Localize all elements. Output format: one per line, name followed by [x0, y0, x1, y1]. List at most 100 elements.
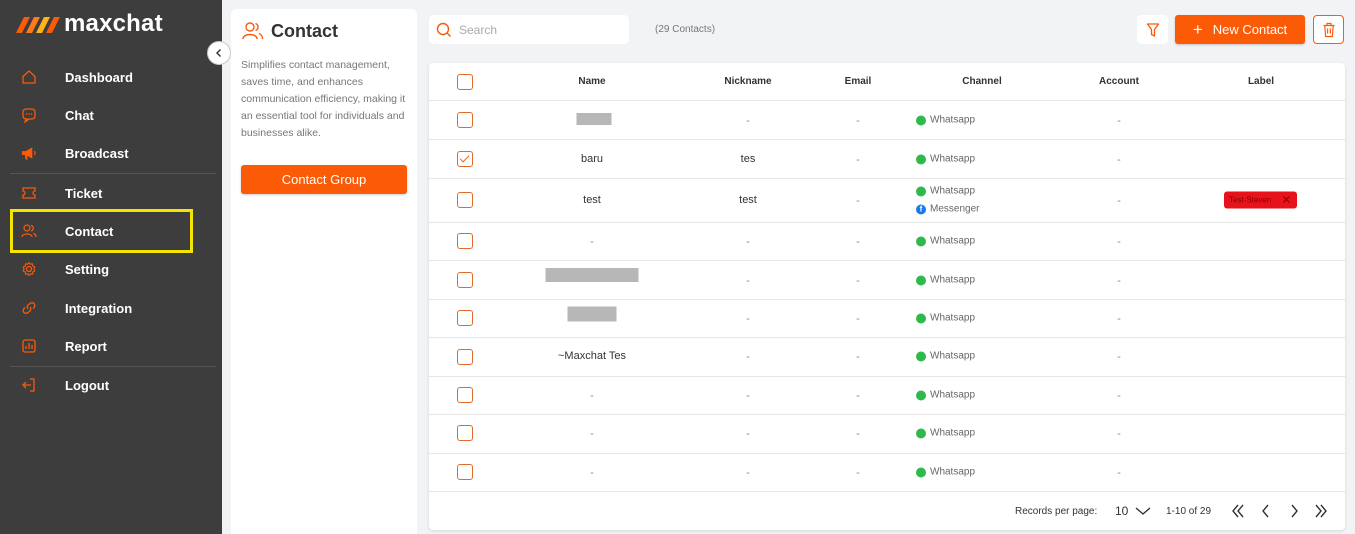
- sidebar: maxchat Dashboard Chat Broadcast Ticket …: [0, 0, 222, 534]
- email-cell: -: [856, 313, 860, 325]
- nickname-cell: tes: [740, 153, 756, 165]
- sidebar-item-label: Logout: [65, 377, 110, 393]
- contact-group-button[interactable]: Contact Group: [241, 165, 407, 194]
- whatsapp-icon: [916, 390, 926, 400]
- nickname-cell: -: [746, 275, 750, 287]
- records-per-page-label: Records per page:: [1015, 506, 1098, 517]
- records-per-page-select[interactable]: 10: [1115, 504, 1151, 518]
- name-cell: baru: [580, 153, 604, 165]
- sidebar-item-dashboard[interactable]: Dashboard: [0, 58, 222, 96]
- table-row[interactable]: - - - Whatsapp -: [429, 377, 1345, 415]
- filter-icon: [1146, 22, 1159, 37]
- users-icon: [242, 21, 264, 46]
- row-checkbox[interactable]: [457, 464, 473, 480]
- column-header-nickname[interactable]: Nickname: [724, 76, 771, 87]
- table-row[interactable]: - - Whatsapp -: [429, 261, 1345, 300]
- sidebar-item-label: Report: [65, 338, 107, 354]
- nickname-cell: -: [746, 115, 750, 127]
- sidebar-item-integration[interactable]: Integration: [0, 289, 222, 327]
- row-checkbox[interactable]: [457, 425, 473, 441]
- sidebar-item-logout[interactable]: Logout: [0, 366, 222, 404]
- email-cell: -: [856, 195, 860, 207]
- sidebar-item-label: Setting: [65, 261, 110, 277]
- chat-bubble-icon: [20, 107, 37, 124]
- collapse-sidebar-button[interactable]: [207, 41, 231, 65]
- table-row[interactable]: test test - Whatsapp f Messenger - Test-S…: [429, 179, 1345, 223]
- channel-cell: Whatsapp: [916, 390, 975, 401]
- name-cell: test: [583, 194, 601, 206]
- column-header-email[interactable]: Email: [845, 76, 872, 87]
- channel-cell: Whatsapp: [916, 428, 975, 439]
- whatsapp-icon: [916, 115, 926, 125]
- delete-button[interactable]: [1313, 15, 1344, 44]
- report-icon: [20, 338, 37, 355]
- select-all-checkbox[interactable]: [457, 74, 473, 90]
- email-cell: -: [856, 390, 860, 402]
- search-input[interactable]: [459, 22, 619, 37]
- table-row[interactable]: - - - Whatsapp -: [429, 454, 1345, 492]
- sidebar-item-report[interactable]: Report: [0, 327, 222, 365]
- account-cell: -: [1117, 313, 1121, 325]
- logout-icon: [20, 377, 37, 394]
- row-checkbox[interactable]: [457, 151, 473, 167]
- row-checkbox[interactable]: [457, 310, 473, 326]
- column-header-channel[interactable]: Channel: [962, 76, 1001, 87]
- sidebar-item-ticket[interactable]: Ticket: [0, 174, 222, 212]
- row-checkbox[interactable]: [457, 233, 473, 249]
- whatsapp-icon: [916, 275, 926, 285]
- row-checkbox[interactable]: [457, 112, 473, 128]
- contact-info-panel: Contact Simplifies contact management, s…: [231, 9, 417, 534]
- nickname-cell: -: [746, 236, 750, 248]
- email-cell: -: [856, 428, 860, 440]
- whatsapp-icon: [916, 186, 926, 196]
- row-checkbox[interactable]: [457, 387, 473, 403]
- account-cell: -: [1117, 154, 1121, 166]
- name-cell: -: [590, 236, 594, 248]
- whatsapp-icon: [916, 154, 926, 164]
- first-page-button[interactable]: [1231, 504, 1245, 521]
- facebook-messenger-icon: f: [916, 204, 926, 214]
- account-cell: -: [1117, 351, 1121, 363]
- table-row[interactable]: ~Maxchat Tes - - Whatsapp -: [429, 338, 1345, 377]
- table-row[interactable]: - - Whatsapp -: [429, 101, 1345, 140]
- contacts-table: Name Nickname Email Channel Account Labe…: [429, 63, 1345, 530]
- name-cell: -: [590, 390, 594, 402]
- column-header-name[interactable]: Name: [578, 76, 605, 87]
- sidebar-item-label: Broadcast: [65, 145, 129, 161]
- page-description: Simplifies contact management, saves tim…: [241, 59, 406, 139]
- column-header-account[interactable]: Account: [1099, 76, 1139, 87]
- page-title: Contact: [271, 21, 338, 41]
- table-row[interactable]: baru tes - Whatsapp -: [429, 140, 1345, 179]
- table-row[interactable]: - - - Whatsapp -: [429, 415, 1345, 454]
- whatsapp-icon: [916, 351, 926, 361]
- brand-name: maxchat: [64, 10, 163, 37]
- sidebar-item-broadcast[interactable]: Broadcast: [0, 134, 222, 172]
- previous-page-button[interactable]: [1261, 504, 1271, 521]
- channel-cell: Whatsapp: [916, 186, 975, 197]
- column-header-label[interactable]: Label: [1248, 76, 1274, 87]
- table-row[interactable]: - - - Whatsapp -: [429, 223, 1345, 261]
- redacted-name: [576, 113, 612, 125]
- nickname-cell: -: [746, 351, 750, 363]
- whatsapp-icon: [916, 428, 926, 438]
- row-checkbox[interactable]: [457, 272, 473, 288]
- remove-label-icon[interactable]: ✕: [1282, 194, 1291, 207]
- account-cell: -: [1117, 195, 1121, 207]
- new-contact-button[interactable]: + New Contact: [1175, 15, 1305, 44]
- chevron-down-icon: [1135, 507, 1151, 515]
- next-page-button[interactable]: [1289, 504, 1299, 521]
- row-checkbox[interactable]: [457, 349, 473, 365]
- table-row[interactable]: - - Whatsapp -: [429, 300, 1345, 338]
- sidebar-item-chat[interactable]: Chat: [0, 96, 222, 134]
- account-cell: -: [1117, 428, 1121, 440]
- account-cell: -: [1117, 275, 1121, 287]
- account-cell: -: [1117, 115, 1121, 127]
- last-page-button[interactable]: [1314, 504, 1328, 521]
- email-cell: -: [856, 236, 860, 248]
- filter-button[interactable]: [1137, 15, 1168, 44]
- brand-logo[interactable]: maxchat: [14, 10, 163, 38]
- channel-cell: Whatsapp: [916, 154, 975, 165]
- row-checkbox[interactable]: [457, 192, 473, 208]
- sidebar-item-setting[interactable]: Setting: [0, 250, 222, 288]
- chevron-right-icon: [1291, 504, 1298, 518]
